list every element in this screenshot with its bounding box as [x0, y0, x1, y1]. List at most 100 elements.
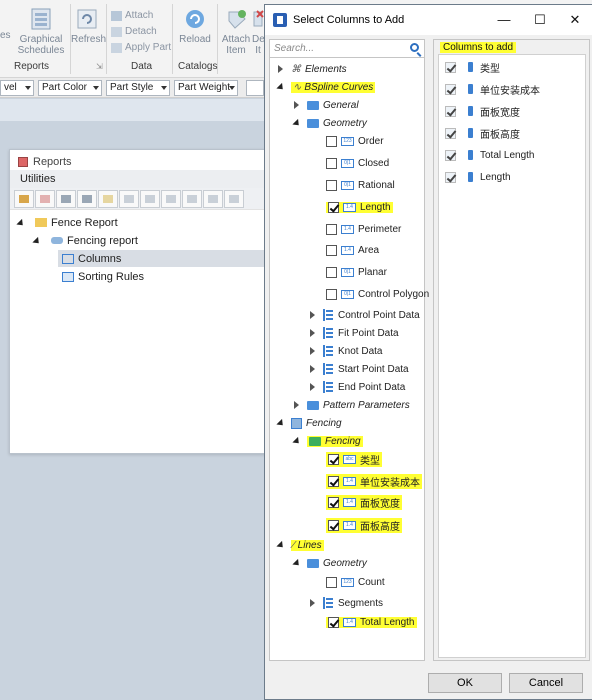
collapse-icon[interactable] — [292, 436, 302, 446]
utilities-menu[interactable]: Utilities — [10, 170, 266, 188]
tree-item-total-length[interactable]: 1.4 Total Length — [326, 613, 417, 631]
tree-item-fence-report[interactable]: Fence Report — [16, 214, 118, 231]
ribbon-button-partial[interactable]: es — [0, 30, 11, 41]
move-down-icon[interactable] — [203, 189, 223, 208]
part-weight-dropdown[interactable]: Part Weight — [174, 80, 238, 96]
checkbox-column[interactable] — [445, 61, 456, 73]
tree-item-control-polygon[interactable]: 0|1 Control Polygon — [326, 285, 429, 303]
delete-icon[interactable] — [35, 189, 55, 208]
dialog-launcher-icon[interactable]: ⇲ — [96, 62, 103, 71]
tree-item-pattern-parameters[interactable]: Pattern Parameters — [292, 396, 410, 414]
quick-tool-icon[interactable] — [246, 80, 264, 96]
list-item[interactable]: 面板宽度 — [445, 103, 520, 119]
checkbox-unit-cost-cn[interactable] — [328, 475, 339, 487]
expand-icon[interactable] — [292, 400, 302, 410]
expand-icon[interactable] — [292, 100, 302, 110]
expand-icon[interactable] — [308, 598, 318, 608]
new-report-icon[interactable] — [14, 189, 34, 208]
list-item[interactable]: 单位安装成本 — [445, 81, 540, 97]
refresh-button[interactable]: Refresh — [71, 6, 106, 45]
paste-icon[interactable] — [161, 189, 181, 208]
graphical-schedules-button[interactable]: Graphical Schedules — [14, 6, 68, 56]
list-item[interactable]: 面板高度 — [445, 125, 520, 141]
checkbox-count[interactable] — [326, 576, 337, 588]
tree-item-area[interactable]: 1.4 Area — [326, 241, 379, 259]
checkbox-closed[interactable] — [326, 157, 337, 169]
attach-item-button[interactable]: Attach Item — [220, 6, 252, 56]
tree-item-length[interactable]: 1.4 Length — [326, 198, 393, 216]
collapse-icon[interactable] — [292, 558, 302, 568]
tree-item-bspline-curves[interactable]: ∿ BSpline Curves — [276, 78, 376, 96]
checkbox-column[interactable] — [445, 149, 456, 161]
tree-item-general[interactable]: General — [292, 96, 359, 114]
reload-button[interactable]: Reload — [176, 6, 214, 45]
tree-item-fencing-report[interactable]: Fencing report — [32, 232, 138, 249]
tree-item-planar[interactable]: 0|1 Planar — [326, 263, 387, 281]
expand-icon[interactable] — [308, 328, 318, 338]
expand-icon[interactable] — [308, 382, 318, 392]
checkbox-panel-width-cn[interactable] — [328, 496, 339, 508]
part-color-dropdown[interactable]: Part Color — [38, 80, 102, 96]
list-item[interactable]: Total Length — [445, 147, 535, 163]
tree-item-count[interactable]: 123 Count — [326, 573, 385, 591]
tree-item-lines[interactable]: ⁄ Lines — [276, 536, 324, 554]
tree-item-columns[interactable]: Columns — [58, 250, 267, 267]
tree-item-geometry-lines[interactable]: Geometry — [292, 554, 367, 572]
tree-item-closed[interactable]: 0|1 Closed — [326, 154, 389, 172]
checkbox-planar[interactable] — [326, 266, 337, 278]
tree-item-unit-cost-cn[interactable]: 1.4 单位安装成本 — [326, 472, 422, 490]
expand-icon[interactable] — [32, 236, 42, 246]
checkbox-panel-height-cn[interactable] — [328, 519, 339, 531]
tree-item-segments[interactable]: Segments — [308, 594, 383, 612]
ok-button[interactable]: OK — [428, 673, 502, 693]
checkbox-column[interactable] — [445, 127, 456, 139]
copy-icon[interactable] — [119, 189, 139, 208]
collapse-icon[interactable] — [276, 82, 286, 92]
checkbox-rational[interactable] — [326, 179, 337, 191]
tree-item-order[interactable]: 123 Order — [326, 132, 384, 150]
expand-icon[interactable] — [308, 364, 318, 374]
list-item[interactable]: Length — [445, 169, 511, 185]
list-item[interactable]: 类型 — [445, 59, 500, 75]
apply-part-button[interactable]: Apply Part — [111, 42, 171, 53]
expand-icon[interactable] — [16, 218, 26, 228]
checkbox-perimeter[interactable] — [326, 223, 337, 235]
tree-item-fencing-child[interactable]: Fencing — [292, 432, 363, 450]
checkbox-length[interactable] — [328, 201, 339, 213]
checkbox-order[interactable] — [326, 135, 337, 147]
tree-item-geometry[interactable]: Geometry — [292, 114, 367, 132]
tree-item-control-point-data[interactable]: Control Point Data — [308, 306, 420, 324]
collapse-icon[interactable] — [276, 540, 286, 550]
minimize-icon[interactable]: — — [497, 13, 511, 27]
expand-icon[interactable] — [308, 346, 318, 356]
cut-icon[interactable] — [140, 189, 160, 208]
tree-item-start-point-data[interactable]: Start Point Data — [308, 360, 409, 378]
level-dropdown[interactable]: vel — [0, 80, 34, 96]
tree-item-sorting-rules[interactable]: Sorting Rules — [62, 268, 144, 285]
checkbox-total-length[interactable] — [328, 616, 339, 628]
toolbar-more-icon[interactable] — [224, 189, 244, 208]
part-style-dropdown[interactable]: Part Style — [106, 80, 170, 96]
move-up-icon[interactable] — [182, 189, 202, 208]
tree-item-fencing-root[interactable]: Fencing — [276, 414, 342, 432]
checkbox-column[interactable] — [445, 83, 456, 95]
checkbox-column[interactable] — [445, 105, 456, 117]
edit-icon[interactable] — [98, 189, 118, 208]
tree-item-type-cn[interactable]: abc 类型 — [326, 450, 382, 468]
tree-item-fit-point-data[interactable]: Fit Point Data — [308, 324, 399, 342]
checkbox-area[interactable] — [326, 244, 337, 256]
table-icon[interactable] — [77, 189, 97, 208]
tree-item-elements[interactable]: ⌘ Elements — [276, 60, 347, 78]
close-icon[interactable]: ✕ — [568, 13, 582, 27]
tree-item-panel-height-cn[interactable]: 1.4 面板高度 — [326, 516, 402, 534]
tree-item-end-point-data[interactable]: End Point Data — [308, 378, 405, 396]
tree-item-knot-data[interactable]: Knot Data — [308, 342, 382, 360]
tree-item-rational[interactable]: 0|1 Rational — [326, 176, 395, 194]
checkbox-control-polygon[interactable] — [326, 288, 337, 300]
collapse-icon[interactable] — [292, 118, 302, 128]
columns-icon[interactable] — [56, 189, 76, 208]
cancel-button[interactable]: Cancel — [509, 673, 583, 693]
checkbox-type-cn[interactable] — [328, 453, 339, 465]
tree-item-perimeter[interactable]: 1.4 Perimeter — [326, 220, 401, 238]
checkbox-column[interactable] — [445, 171, 456, 183]
